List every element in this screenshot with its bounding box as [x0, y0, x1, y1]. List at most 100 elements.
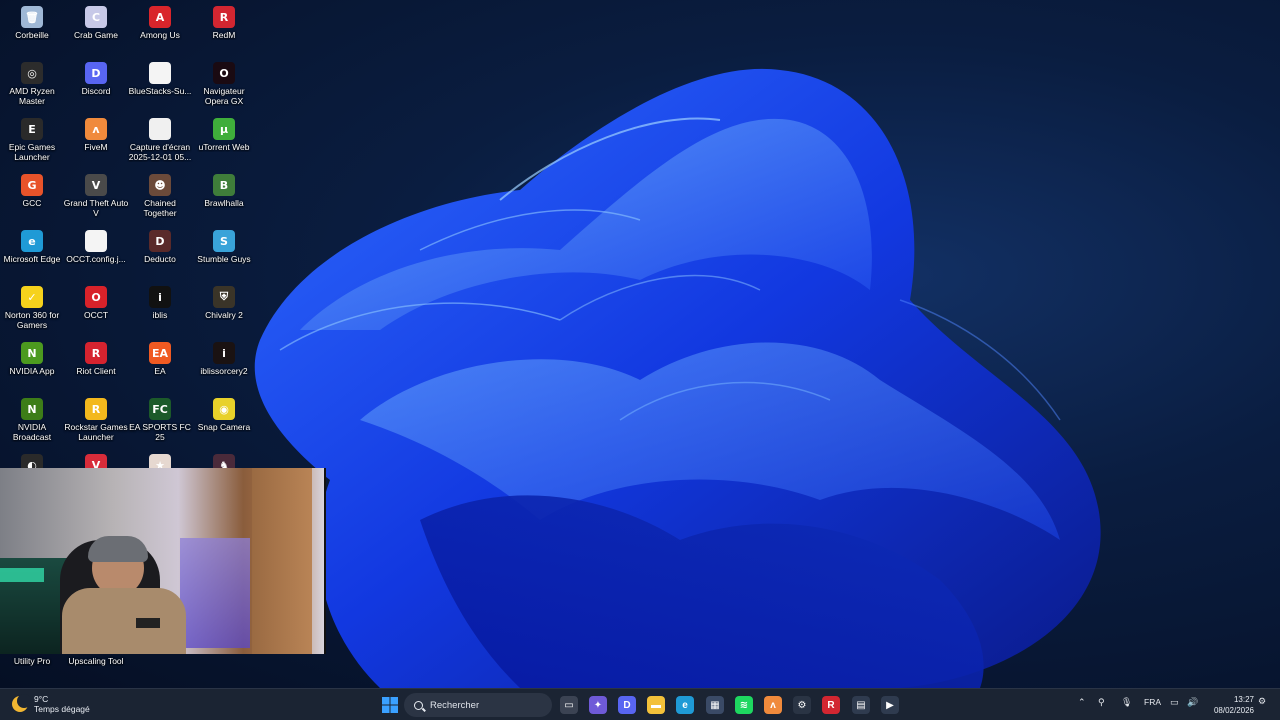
desktop-icon-label: Utility Pro [13, 656, 51, 666]
desktop-icon-label: Crab Game [74, 30, 118, 40]
desktop-icon[interactable]: ◎ AMD Ryzen Master [0, 58, 64, 112]
store-icon: ▦ [706, 696, 724, 714]
taskbar-app-button[interactable]: ⚙ [790, 693, 814, 717]
language-indicator[interactable]: FRA [1144, 697, 1161, 707]
chivalry-icon: ⛨ [213, 286, 235, 308]
taskbar-app-button[interactable]: R [819, 693, 843, 717]
file-icon [149, 62, 171, 84]
desktop-icon[interactable]: EA EA [128, 338, 192, 392]
stumble-guys-icon: S [213, 230, 235, 252]
desktop-icon[interactable]: BlueStacks-Su... [128, 58, 192, 112]
desktop-icon-label: Stumble Guys [197, 254, 251, 264]
desktop-icon-label: Grand Theft Auto V [63, 198, 129, 218]
webcam-overlay [0, 468, 326, 654]
desktop-icon[interactable]: V Grand Theft Auto V [64, 170, 128, 224]
desktop-icon-label: Navigateur Opera GX [203, 86, 245, 106]
taskbar: 9°C Temps dégagé Rechercher ▭ ✦ D ▬ e ▦ ≋ ʌ ⚙ R ▤ ▶… [0, 688, 1280, 720]
discord-taskbar-icon: D [618, 696, 636, 714]
task-view-icon: ▭ [560, 696, 578, 714]
fivem-taskbar-icon: ʌ [764, 696, 782, 714]
desktop-icon[interactable]: FC EA SPORTS FC 25 [128, 394, 192, 448]
desktop-icon[interactable]: ✓ Norton 360 for Gamers [0, 282, 64, 336]
gcc-icon: G [21, 174, 43, 196]
desktop-icon[interactable]: E Epic Games Launcher [0, 114, 64, 168]
desktop-icon[interactable]: OCCT.config.j... [64, 226, 128, 280]
nvidia-icon: N [21, 342, 43, 364]
taskbar-app-button[interactable]: ≋ [732, 693, 756, 717]
steam-icon: ⚙ [793, 696, 811, 714]
brawlhalla-icon: B [213, 174, 235, 196]
desktop-icon[interactable]: i iblissorcery2 [192, 338, 256, 392]
iblis-icon: i [149, 286, 171, 308]
desktop-icon[interactable]: R Riot Client [64, 338, 128, 392]
desktop-icon-label: OCCT [83, 310, 109, 320]
chevron-up-icon[interactable]: ⌃ [1078, 697, 1086, 708]
start-button[interactable] [378, 693, 402, 717]
desktop-icon[interactable]: 🗑 Corbeille [0, 2, 64, 56]
desktop-icon[interactable]: D Deducto [128, 226, 192, 280]
desktop-icon[interactable]: N NVIDIA App [0, 338, 64, 392]
desktop-icon[interactable]: O OCCT [64, 282, 128, 336]
desktop-icon-label: iblis [152, 310, 168, 320]
display-icon[interactable]: ▭ [1170, 697, 1179, 708]
microphone-icon[interactable]: 🎙 [1121, 697, 1132, 708]
desktop-icon[interactable]: N NVIDIA Broadcast [0, 394, 64, 448]
volume-icon[interactable]: 🔊 [1187, 697, 1198, 708]
desktop-icon-label: iblissorcery2 [200, 366, 248, 376]
taskbar-app-button[interactable]: ▦ [703, 693, 727, 717]
ea-fc-icon: FC [149, 398, 171, 420]
taskbar-search-box[interactable]: Rechercher [404, 693, 552, 717]
desktop-icon-label: RedM [212, 30, 236, 40]
desktop-icon[interactable]: R RedM [192, 2, 256, 56]
desktop-icon[interactable]: μ uTorrent Web [192, 114, 256, 168]
copilot-icon: ✦ [589, 696, 607, 714]
snap-camera-icon: ◉ [213, 398, 235, 420]
desktop-icon-label: GCC [22, 198, 42, 208]
desktop-icon[interactable]: C Crab Game [64, 2, 128, 56]
desktop-icon[interactable]: A Among Us [128, 2, 192, 56]
desktop-icon[interactable]: O Navigateur Opera GX [192, 58, 256, 112]
desktop-icon-label: BlueStacks-Su... [128, 86, 192, 96]
media-taskbar-icon: ▶ [881, 696, 899, 714]
desktop-icon-label: EA SPORTS FC 25 [129, 422, 191, 442]
desktop-icon[interactable]: ◉ Snap Camera [192, 394, 256, 448]
norton-icon: ✓ [21, 286, 43, 308]
desktop-icon[interactable]: ʌ FiveM [64, 114, 128, 168]
search-placeholder: Rechercher [430, 699, 480, 711]
weather-widget[interactable]: 9°C Temps dégagé [12, 694, 90, 714]
windows-logo-icon [382, 697, 398, 713]
desktop-icon-label: Deducto [144, 254, 176, 264]
system-clock[interactable]: 13:27 08/02/2026 [1206, 694, 1254, 716]
redm-taskbar-icon: R [822, 696, 840, 714]
taskbar-app-button[interactable]: ▤ [849, 693, 873, 717]
notification-bell-icon[interactable]: ⚙ [1258, 696, 1266, 707]
taskbar-app-button[interactable]: D [615, 693, 639, 717]
taskbar-app-button[interactable]: ʌ [761, 693, 785, 717]
taskbar-app-button[interactable]: ▭ [557, 693, 581, 717]
edge-icon: e [21, 230, 43, 252]
desktop-icon[interactable]: ⛨ Chivalry 2 [192, 282, 256, 336]
desktop-icon[interactable]: D Discord [64, 58, 128, 112]
taskbar-app-button[interactable]: e [673, 693, 697, 717]
desktop-icon-label: Upscaling Tool [68, 656, 124, 666]
network-icon[interactable]: ⚲ [1098, 697, 1105, 708]
taskbar-app-button[interactable]: ▬ [644, 693, 668, 717]
desktop-icon[interactable]: G GCC [0, 170, 64, 224]
desktop-icon[interactable]: Capture d'écran 2025-12-01 05... [128, 114, 192, 168]
desktop-icon[interactable]: B Brawlhalla [192, 170, 256, 224]
redm-icon: R [213, 6, 235, 28]
desktop-icon[interactable]: ☻ Chained Together [128, 170, 192, 224]
taskbar-app-button[interactable]: ▶ [878, 693, 902, 717]
file-explorer-icon: ▬ [647, 696, 665, 714]
clock-time: 13:27 [1233, 695, 1254, 704]
desktop-icon[interactable]: e Microsoft Edge [0, 226, 64, 280]
taskbar-app-button[interactable]: ✦ [586, 693, 610, 717]
file-icon [85, 230, 107, 252]
desktop-icon[interactable]: R Rockstar Games Launcher [64, 394, 128, 448]
app-taskbar-icon: ▤ [852, 696, 870, 714]
desktop-icon[interactable]: S Stumble Guys [192, 226, 256, 280]
desktop-icon-label: uTorrent Web [198, 142, 250, 152]
desktop-icon-label: Norton 360 for Gamers [4, 310, 60, 330]
desktop-icon[interactable]: i iblis [128, 282, 192, 336]
screenshot-file-icon [149, 118, 171, 140]
